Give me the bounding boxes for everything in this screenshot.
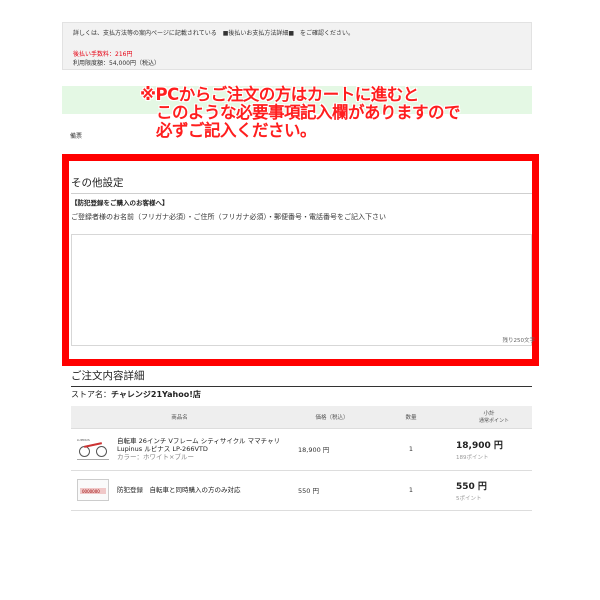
header-points-label: 通常ポイント [478, 418, 509, 425]
subtotal-amount: 550 円 [456, 481, 487, 492]
item-price: 550 円 [288, 470, 376, 511]
bicycle-thumbnail: LUPINUS [77, 438, 109, 460]
item-qty: 1 [376, 428, 446, 471]
subtotal-points: 5ポイント [456, 495, 482, 502]
payment-limit: 利用限度額：54,000円（税込） [73, 60, 160, 67]
order-items-table: 商品名 価格（税込） 数量 小計 通常ポイント LUPINUS 自転車 26インチ… [71, 406, 532, 511]
product-name-line-2: Lupinus ルピナス LP-266VTD [117, 445, 208, 453]
product-option: カラー：ホワイト×ブルー [117, 453, 194, 461]
header-qty: 数量 [376, 406, 446, 429]
product-name: 防犯登録 自転車と同時購入の方のみ対応 [117, 486, 241, 494]
item-subtotal: 550 円 5ポイント [446, 470, 532, 511]
product-cell: LUPINUS 自転車 26インチ Vフレーム シティサイクル ママチャリ Lu… [71, 428, 288, 471]
payment-info-box: 詳しくは、支払方法等の案内ページに記載されている ■後払いお支払方法詳細■ をご… [62, 22, 532, 70]
subtotal-amount: 18,900 円 [456, 440, 503, 451]
callout-line-2: このような必要事項記入欄がありますので [156, 103, 461, 122]
product-name-line-1: 防犯登録 自転車と同時購入の方のみ対応 [117, 486, 241, 494]
store-line: ストア名：チャレンジ21Yahoo!店 [71, 389, 201, 400]
table-row: LUPINUS 自転車 26インチ Vフレーム シティサイクル ママチャリ Lu… [71, 428, 532, 471]
remaining-chars: 残り250文字 [502, 338, 536, 344]
item-qty: 1 [376, 470, 446, 511]
product-info: 0000000 防犯登録 自転車と同時購入の方のみ対応 [71, 479, 288, 501]
store-label: ストア名： [71, 390, 111, 399]
registration-card-thumbnail: 0000000 [77, 479, 109, 501]
product-info: LUPINUS 自転車 26インチ Vフレーム シティサイクル ママチャリ Lu… [71, 437, 288, 461]
instruction-callout: ※PCからご注文の方はカートに進むと このような必要事項記入欄がありますので 必… [140, 86, 540, 140]
order-details-title: ご注文内容詳細 [71, 368, 532, 387]
store-name: チャレンジ21Yahoo!店 [111, 390, 201, 399]
other-settings-title: その他設定 [71, 175, 532, 194]
table-row: 0000000 防犯登録 自転車と同時購入の方のみ対応 550 円 1 550 … [71, 470, 532, 511]
table-header-row: 商品名 価格（税込） 数量 小計 通常ポイント [71, 406, 532, 429]
memo-label: 備票 [70, 133, 83, 140]
item-price: 18,900 円 [288, 428, 376, 471]
header-price: 価格（税込） [288, 406, 376, 429]
header-subtotal: 小計 通常ポイント [446, 406, 532, 429]
product-name-line-1: 自転車 26インチ Vフレーム シティサイクル ママチャリ [117, 437, 281, 445]
product-name: 自転車 26インチ Vフレーム シティサイクル ママチャリ Lupinus ルピ… [117, 437, 280, 461]
crime-registration-heading: 【防犯登録をご購入のお客様へ】 [71, 199, 169, 207]
crime-registration-description: ご登録者様のお名前（フリガナ必須）・ご住所（フリガナ必須）・郵便番号・電話番号を… [71, 213, 386, 221]
subtotal-points: 189ポイント [456, 454, 489, 461]
item-subtotal: 18,900 円 189ポイント [446, 428, 532, 471]
product-cell: 0000000 防犯登録 自転車と同時購入の方のみ対応 [71, 470, 288, 511]
payment-fee: 後払い手数料：216円 [73, 51, 133, 58]
callout-line-1: ※PCからご注文の方はカートに進むと [140, 85, 419, 104]
callout-line-3: 必ずご記入ください。 [156, 121, 317, 140]
header-product: 商品名 [71, 406, 288, 429]
notes-textarea[interactable] [71, 234, 532, 346]
payment-note: 詳しくは、支払方法等の案内ページに記載されている ■後払いお支払方法詳細■ をご… [73, 30, 355, 37]
